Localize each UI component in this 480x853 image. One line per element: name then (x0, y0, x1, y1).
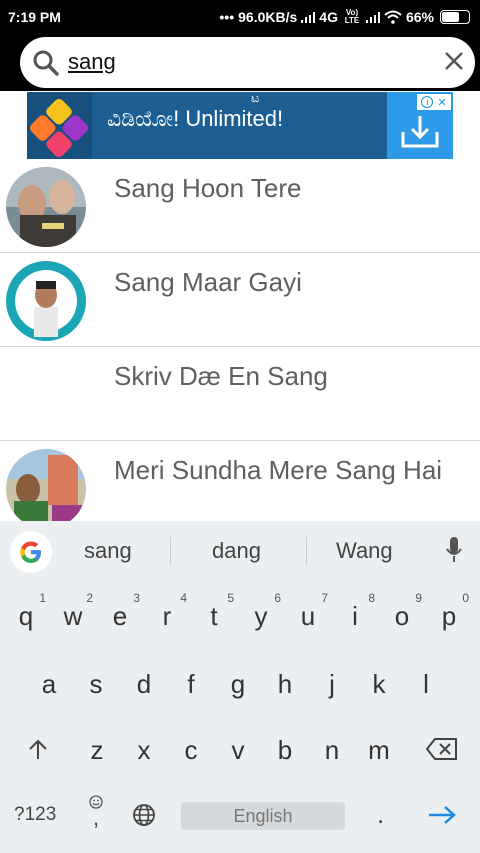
symbols-key[interactable]: ?123 (14, 804, 56, 826)
status-time: 7:19 PM (8, 9, 61, 25)
keyboard: sang dang Wang q1 w2 e3 r4 t5 y6 u7 i8 o… (0, 521, 480, 853)
period-key[interactable]: . (377, 799, 384, 830)
ad-banner[interactable]: ಟ ವಿಡಿಯೋ! Unlimited! i ✕ (27, 92, 453, 159)
divider (306, 537, 307, 565)
google-icon[interactable] (10, 531, 52, 573)
key-n[interactable]: n (312, 735, 352, 766)
result-title: Skriv Dæ En Sang (114, 361, 328, 391)
thumbnail (6, 261, 86, 341)
list-item[interactable]: Skriv Dæ En Sang (0, 347, 480, 441)
list-item[interactable]: Sang Maar Gayi (0, 253, 480, 347)
volte-label: Vo) LTE (344, 8, 360, 25)
arrow-right-icon[interactable] (428, 805, 456, 825)
key-f[interactable]: f (171, 669, 211, 700)
key-p[interactable]: p0 (429, 591, 469, 632)
key-b[interactable]: b (265, 735, 305, 766)
result-title: Sang Hoon Tere (114, 173, 302, 203)
download-button[interactable]: i ✕ (387, 92, 453, 159)
key-r[interactable]: r4 (147, 591, 187, 632)
thumbnail (6, 449, 86, 529)
key-o[interactable]: o9 (382, 591, 422, 632)
mic-icon[interactable] (446, 537, 462, 563)
emoji-key[interactable]: , (86, 795, 106, 831)
search-box[interactable] (20, 37, 475, 88)
key-k[interactable]: k (359, 669, 399, 700)
ad-text: ವಿಡಿಯೋ! Unlimited! (107, 106, 284, 131)
space-bar[interactable]: English (181, 802, 345, 830)
close-icon[interactable] (443, 50, 465, 72)
results-list: Sang Hoon Tere Sang Maar Gayi Skriv Dæ E… (0, 159, 480, 535)
key-w[interactable]: w2 (53, 591, 93, 632)
suggestion-2[interactable]: dang (212, 538, 261, 564)
divider (170, 537, 171, 565)
key-z[interactable]: z (77, 735, 117, 766)
key-x[interactable]: x (124, 735, 164, 766)
app-logo (27, 92, 92, 159)
suggestion-3[interactable]: Wang (336, 538, 393, 564)
key-a[interactable]: a (29, 669, 69, 700)
key-g[interactable]: g (218, 669, 258, 700)
key-s[interactable]: s (76, 669, 116, 700)
key-i[interactable]: i8 (335, 591, 375, 632)
search-header (0, 35, 480, 91)
status-dots: ••• (219, 9, 235, 25)
search-input[interactable] (68, 47, 428, 77)
key-e[interactable]: e3 (100, 591, 140, 632)
search-icon (33, 50, 59, 76)
network-speed: 96.0KB/s (238, 9, 298, 25)
download-icon (401, 116, 439, 148)
status-bar: 7:19 PM ••• 96.0KB/s 4G Vo) LTE 66% (0, 0, 480, 35)
key-q[interactable]: q1 (6, 591, 46, 632)
backspace-icon[interactable] (426, 738, 458, 760)
suggestion-strip: sang dang Wang (0, 521, 480, 582)
globe-icon[interactable] (132, 803, 156, 827)
result-title: Meri Sundha Mere Sang Hai (114, 455, 443, 485)
thumbnail (6, 167, 86, 247)
signal-icon-2 (365, 11, 380, 23)
comma-label: , (93, 805, 100, 830)
battery-percent: 66% (405, 9, 434, 25)
key-v[interactable]: v (218, 735, 258, 766)
network-type: 4G (319, 9, 338, 25)
key-j[interactable]: j (312, 669, 352, 700)
signal-icon (301, 11, 316, 23)
key-d[interactable]: d (124, 669, 164, 700)
key-c[interactable]: c (171, 735, 211, 766)
key-y[interactable]: y6 (241, 591, 282, 632)
suggestion-1[interactable]: sang (84, 538, 132, 564)
key-m[interactable]: m (359, 735, 399, 766)
list-item[interactable]: Sang Hoon Tere (0, 159, 480, 253)
key-l[interactable]: l (406, 669, 446, 700)
battery-icon (440, 10, 470, 24)
wifi-icon (384, 10, 402, 24)
key-t[interactable]: t5 (194, 591, 234, 632)
key-h[interactable]: h (265, 669, 305, 700)
shift-icon[interactable] (26, 737, 50, 761)
result-title: Sang Maar Gayi (114, 267, 302, 297)
ad-text-top: ಟ (251, 92, 260, 105)
key-u[interactable]: u7 (288, 591, 328, 632)
